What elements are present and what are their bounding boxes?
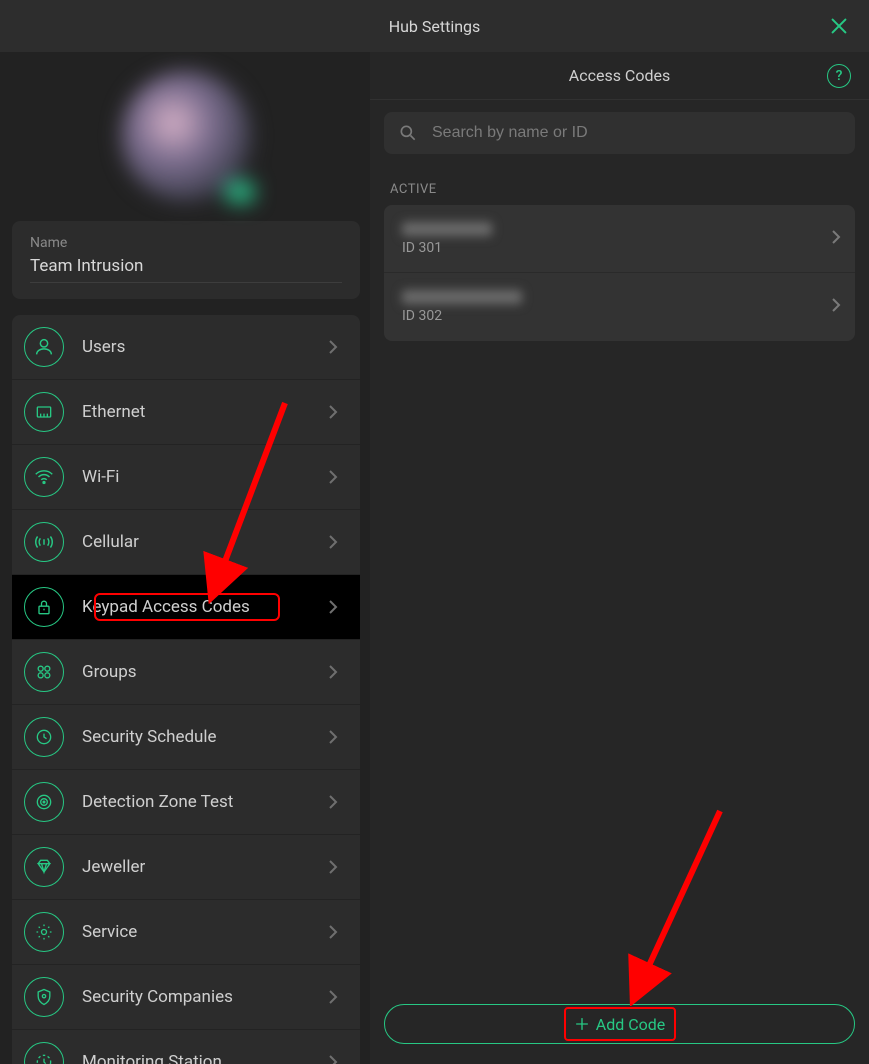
chevron-right-icon [328, 339, 346, 355]
chevron-right-icon [328, 1054, 346, 1064]
add-code-button[interactable]: Add Code [384, 1004, 855, 1044]
lock-icon [24, 587, 64, 627]
search-field[interactable] [384, 112, 855, 154]
chevron-right-icon [328, 664, 346, 680]
right-pane-title: Access Codes [569, 66, 670, 85]
sidebar-item-label: Security Companies [82, 987, 328, 1007]
gear-icon [24, 912, 64, 952]
hub-avatar [12, 71, 360, 201]
sidebar-item-jeweller[interactable]: Jeweller [12, 835, 360, 900]
chevron-right-icon [328, 469, 346, 485]
sidebar: Name Team Intrusion Users [0, 52, 370, 1064]
sidebar-item-label: Wi-Fi [82, 467, 328, 487]
name-label: Name [30, 235, 342, 251]
section-label-active: ACTIVE [384, 182, 855, 197]
sidebar-item-label: Cellular [82, 532, 328, 552]
sidebar-item-groups[interactable]: Groups [12, 640, 360, 705]
sidebar-item-label: Groups [82, 662, 328, 682]
monitoring-icon [24, 1042, 64, 1064]
access-code-name [402, 222, 492, 236]
sidebar-item-security-schedule[interactable]: Security Schedule [12, 705, 360, 770]
close-icon[interactable] [827, 14, 851, 38]
access-code-row[interactable]: ID 301 [384, 205, 855, 273]
wifi-icon [24, 457, 64, 497]
sidebar-item-wifi[interactable]: Wi-Fi [12, 445, 360, 510]
sidebar-item-detection-zone[interactable]: Detection Zone Test [12, 770, 360, 835]
titlebar: Hub Settings [0, 0, 869, 52]
name-field[interactable]: Name Team Intrusion [12, 221, 360, 299]
settings-menu: Users Ethernet [12, 315, 360, 1064]
help-icon[interactable]: ? [827, 64, 851, 88]
search-input[interactable] [430, 123, 841, 143]
chevron-right-icon [328, 794, 346, 810]
chevron-right-icon [328, 599, 346, 615]
name-value: Team Intrusion [30, 256, 342, 283]
right-pane-header: Access Codes ? [370, 52, 869, 100]
target-icon [24, 782, 64, 822]
access-code-id: ID 301 [402, 240, 831, 256]
access-code-id: ID 302 [402, 308, 831, 324]
right-pane: Access Codes ? ACTIVE ID 301 [370, 52, 869, 1064]
sidebar-item-keypad-access-codes[interactable]: Keypad Access Codes [12, 575, 360, 640]
sidebar-item-label: Users [82, 337, 328, 357]
shield-icon [24, 977, 64, 1017]
sidebar-item-service[interactable]: Service [12, 900, 360, 965]
sidebar-item-label: Jeweller [82, 857, 328, 877]
groups-icon [24, 652, 64, 692]
chevron-right-icon [831, 229, 841, 249]
add-code-label: Add Code [596, 1015, 666, 1034]
sidebar-item-ethernet[interactable]: Ethernet [12, 380, 360, 445]
sidebar-item-label: Monitoring Station [82, 1052, 328, 1064]
sidebar-item-users[interactable]: Users [12, 315, 360, 380]
plus-icon [574, 1016, 590, 1032]
sidebar-item-label: Keypad Access Codes [82, 597, 328, 617]
sidebar-item-label: Detection Zone Test [82, 792, 328, 812]
chevron-right-icon [328, 534, 346, 550]
sidebar-item-cellular[interactable]: Cellular [12, 510, 360, 575]
access-code-list: ID 301 ID 302 [384, 205, 855, 341]
ethernet-icon [24, 392, 64, 432]
sidebar-item-label: Ethernet [82, 402, 328, 422]
sidebar-item-label: Security Schedule [82, 727, 328, 747]
chevron-right-icon [328, 729, 346, 745]
chevron-right-icon [328, 859, 346, 875]
cellular-icon [24, 522, 64, 562]
diamond-icon [24, 847, 64, 887]
chevron-right-icon [831, 297, 841, 317]
clock-icon [24, 717, 64, 757]
access-code-row[interactable]: ID 302 [384, 273, 855, 341]
search-icon [398, 123, 418, 143]
window-title: Hub Settings [389, 17, 481, 36]
access-code-name [402, 290, 522, 304]
users-icon [24, 327, 64, 367]
chevron-right-icon [328, 924, 346, 940]
chevron-right-icon [328, 989, 346, 1005]
sidebar-item-security-companies[interactable]: Security Companies [12, 965, 360, 1030]
chevron-right-icon [328, 404, 346, 420]
sidebar-item-monitoring-station[interactable]: Monitoring Station [12, 1030, 360, 1064]
sidebar-item-label: Service [82, 922, 328, 942]
